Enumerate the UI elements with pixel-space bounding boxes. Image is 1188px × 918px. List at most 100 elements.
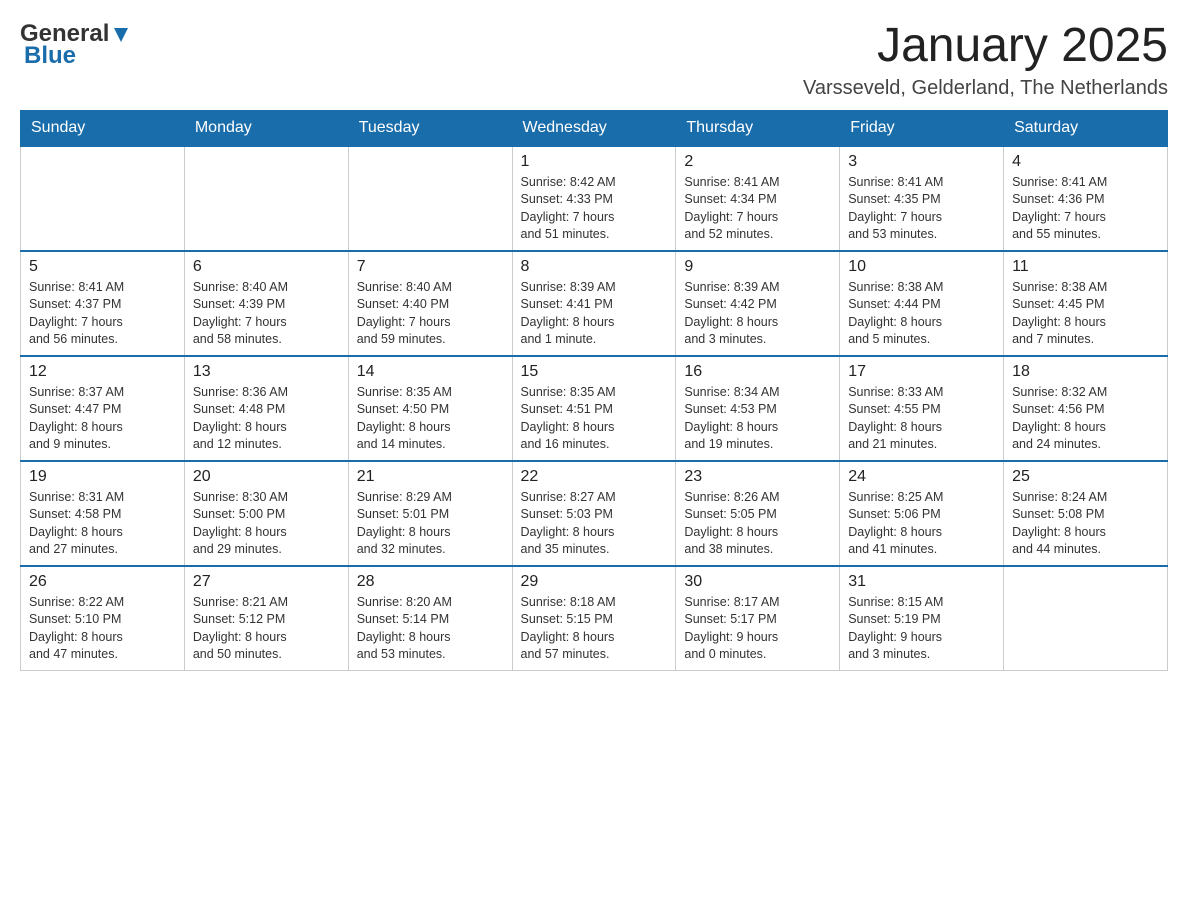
day-info: Sunrise: 8:40 AMSunset: 4:39 PMDaylight:… — [193, 279, 340, 349]
day-number: 30 — [684, 573, 831, 591]
day-info: Sunrise: 8:32 AMSunset: 4:56 PMDaylight:… — [1012, 384, 1159, 454]
day-info: Sunrise: 8:40 AMSunset: 4:40 PMDaylight:… — [357, 279, 504, 349]
calendar-table: SundayMondayTuesdayWednesdayThursdayFrid… — [20, 110, 1168, 671]
title-block: January 2025 Varsseveld, Gelderland, The… — [803, 20, 1168, 100]
day-number: 17 — [848, 363, 995, 381]
calendar-cell: 12Sunrise: 8:37 AMSunset: 4:47 PMDayligh… — [21, 356, 185, 461]
day-info: Sunrise: 8:30 AMSunset: 5:00 PMDaylight:… — [193, 489, 340, 559]
day-number: 1 — [521, 153, 668, 171]
calendar-cell: 17 Sunrise: 8:33 AMSunset: 4:55 PMDayligh… — [840, 356, 1004, 461]
day-info: Sunrise: 8:33 AMSunset: 4:55 PMDaylight:… — [848, 384, 995, 454]
day-info: Sunrise: 8:41 AMSunset: 4:34 PMDaylight:… — [684, 174, 831, 244]
week-row-2: 5Sunrise: 8:41 AMSunset: 4:37 PMDaylight… — [21, 251, 1168, 356]
day-info: Sunrise: 8:31 AMSunset: 4:58 PMDaylight:… — [29, 489, 176, 559]
calendar-header-friday: Friday — [840, 110, 1004, 146]
month-title: January 2025 — [803, 20, 1168, 73]
day-info: Sunrise: 8:37 AMSunset: 4:47 PMDaylight:… — [29, 384, 176, 454]
day-number: 3 — [848, 153, 995, 171]
calendar-cell: 9Sunrise: 8:39 AMSunset: 4:42 PMDaylight… — [676, 251, 840, 356]
day-info: Sunrise: 8:22 AMSunset: 5:10 PMDaylight:… — [29, 594, 176, 664]
calendar-cell: 25 Sunrise: 8:24 AMSunset: 5:08 PMDayligh… — [1004, 461, 1168, 566]
calendar-header-thursday: Thursday — [676, 110, 840, 146]
calendar-cell: 16 Sunrise: 8:34 AMSunset: 4:53 PMDayligh… — [676, 356, 840, 461]
day-number: 11 — [1012, 258, 1159, 276]
calendar-cell: 7Sunrise: 8:40 AMSunset: 4:40 PMDaylight… — [348, 251, 512, 356]
day-info: Sunrise: 8:38 AMSunset: 4:45 PMDaylight:… — [1012, 279, 1159, 349]
calendar-cell: 18 Sunrise: 8:32 AMSunset: 4:56 PMDayligh… — [1004, 356, 1168, 461]
day-info: Sunrise: 8:20 AMSunset: 5:14 PMDaylight:… — [357, 594, 504, 664]
day-info: Sunrise: 8:35 AMSunset: 4:51 PMDaylight:… — [521, 384, 668, 454]
calendar-cell: 21Sunrise: 8:29 AMSunset: 5:01 PMDayligh… — [348, 461, 512, 566]
calendar-cell: 23 Sunrise: 8:26 AMSunset: 5:05 PMDayligh… — [676, 461, 840, 566]
day-number: 13 — [193, 363, 340, 381]
day-number: 20 — [193, 468, 340, 486]
calendar-cell: 14Sunrise: 8:35 AMSunset: 4:50 PMDayligh… — [348, 356, 512, 461]
week-row-1: 1 Sunrise: 8:42 AMSunset: 4:33 PMDaylight… — [21, 146, 1168, 251]
day-info: Sunrise: 8:35 AMSunset: 4:50 PMDaylight:… — [357, 384, 504, 454]
day-number: 25 — [1012, 468, 1159, 486]
calendar-cell: 31Sunrise: 8:15 AMSunset: 5:19 PMDayligh… — [840, 566, 1004, 671]
day-number: 18 — [1012, 363, 1159, 381]
calendar-cell: 24 Sunrise: 8:25 AMSunset: 5:06 PMDayligh… — [840, 461, 1004, 566]
calendar-cell: 15 Sunrise: 8:35 AMSunset: 4:51 PMDayligh… — [512, 356, 676, 461]
calendar-cell — [1004, 566, 1168, 671]
week-row-5: 26 Sunrise: 8:22 AMSunset: 5:10 PMDayligh… — [21, 566, 1168, 671]
day-info: Sunrise: 8:41 AMSunset: 4:35 PMDaylight:… — [848, 174, 995, 244]
day-number: 29 — [521, 573, 668, 591]
calendar-cell — [348, 146, 512, 251]
week-row-4: 19 Sunrise: 8:31 AMSunset: 4:58 PMDayligh… — [21, 461, 1168, 566]
day-info: Sunrise: 8:17 AMSunset: 5:17 PMDaylight:… — [684, 594, 831, 664]
calendar-cell: 27 Sunrise: 8:21 AMSunset: 5:12 PMDayligh… — [184, 566, 348, 671]
logo-triangle-icon — [110, 24, 132, 46]
logo-blue-text: Blue — [24, 42, 76, 70]
day-info: Sunrise: 8:41 AMSunset: 4:36 PMDaylight:… — [1012, 174, 1159, 244]
calendar-header-monday: Monday — [184, 110, 348, 146]
day-info: Sunrise: 8:15 AMSunset: 5:19 PMDaylight:… — [848, 594, 995, 664]
calendar-cell: 4 Sunrise: 8:41 AMSunset: 4:36 PMDaylight… — [1004, 146, 1168, 251]
calendar-cell: 19 Sunrise: 8:31 AMSunset: 4:58 PMDayligh… — [21, 461, 185, 566]
day-number: 4 — [1012, 153, 1159, 171]
day-info: Sunrise: 8:39 AMSunset: 4:41 PMDaylight:… — [521, 279, 668, 349]
day-number: 21 — [357, 468, 504, 486]
day-info: Sunrise: 8:24 AMSunset: 5:08 PMDaylight:… — [1012, 489, 1159, 559]
calendar-cell: 11 Sunrise: 8:38 AMSunset: 4:45 PMDayligh… — [1004, 251, 1168, 356]
calendar-cell: 20 Sunrise: 8:30 AMSunset: 5:00 PMDayligh… — [184, 461, 348, 566]
day-number: 6 — [193, 258, 340, 276]
calendar-header-tuesday: Tuesday — [348, 110, 512, 146]
day-info: Sunrise: 8:25 AMSunset: 5:06 PMDaylight:… — [848, 489, 995, 559]
calendar-cell: 30 Sunrise: 8:17 AMSunset: 5:17 PMDayligh… — [676, 566, 840, 671]
day-number: 19 — [29, 468, 176, 486]
day-number: 5 — [29, 258, 176, 276]
calendar-cell: 13 Sunrise: 8:36 AMSunset: 4:48 PMDayligh… — [184, 356, 348, 461]
calendar-cell: 1 Sunrise: 8:42 AMSunset: 4:33 PMDaylight… — [512, 146, 676, 251]
calendar-cell: 28Sunrise: 8:20 AMSunset: 5:14 PMDayligh… — [348, 566, 512, 671]
day-number: 16 — [684, 363, 831, 381]
day-info: Sunrise: 8:26 AMSunset: 5:05 PMDaylight:… — [684, 489, 831, 559]
day-info: Sunrise: 8:36 AMSunset: 4:48 PMDaylight:… — [193, 384, 340, 454]
day-info: Sunrise: 8:18 AMSunset: 5:15 PMDaylight:… — [521, 594, 668, 664]
calendar-cell: 10Sunrise: 8:38 AMSunset: 4:44 PMDayligh… — [840, 251, 1004, 356]
calendar-header-sunday: Sunday — [21, 110, 185, 146]
calendar-cell: 26 Sunrise: 8:22 AMSunset: 5:10 PMDayligh… — [21, 566, 185, 671]
week-row-3: 12Sunrise: 8:37 AMSunset: 4:47 PMDayligh… — [21, 356, 1168, 461]
calendar-header-row: SundayMondayTuesdayWednesdayThursdayFrid… — [21, 110, 1168, 146]
day-number: 2 — [684, 153, 831, 171]
day-number: 27 — [193, 573, 340, 591]
calendar-cell: 22 Sunrise: 8:27 AMSunset: 5:03 PMDayligh… — [512, 461, 676, 566]
calendar-cell — [184, 146, 348, 251]
day-info: Sunrise: 8:34 AMSunset: 4:53 PMDaylight:… — [684, 384, 831, 454]
day-number: 23 — [684, 468, 831, 486]
day-number: 9 — [684, 258, 831, 276]
day-number: 26 — [29, 573, 176, 591]
day-number: 15 — [521, 363, 668, 381]
calendar-cell — [21, 146, 185, 251]
calendar-header-saturday: Saturday — [1004, 110, 1168, 146]
day-info: Sunrise: 8:27 AMSunset: 5:03 PMDaylight:… — [521, 489, 668, 559]
calendar-cell: 5Sunrise: 8:41 AMSunset: 4:37 PMDaylight… — [21, 251, 185, 356]
location-subtitle: Varsseveld, Gelderland, The Netherlands — [803, 77, 1168, 100]
day-number: 24 — [848, 468, 995, 486]
day-info: Sunrise: 8:42 AMSunset: 4:33 PMDaylight:… — [521, 174, 668, 244]
day-info: Sunrise: 8:21 AMSunset: 5:12 PMDaylight:… — [193, 594, 340, 664]
day-number: 22 — [521, 468, 668, 486]
calendar-cell: 2 Sunrise: 8:41 AMSunset: 4:34 PMDaylight… — [676, 146, 840, 251]
